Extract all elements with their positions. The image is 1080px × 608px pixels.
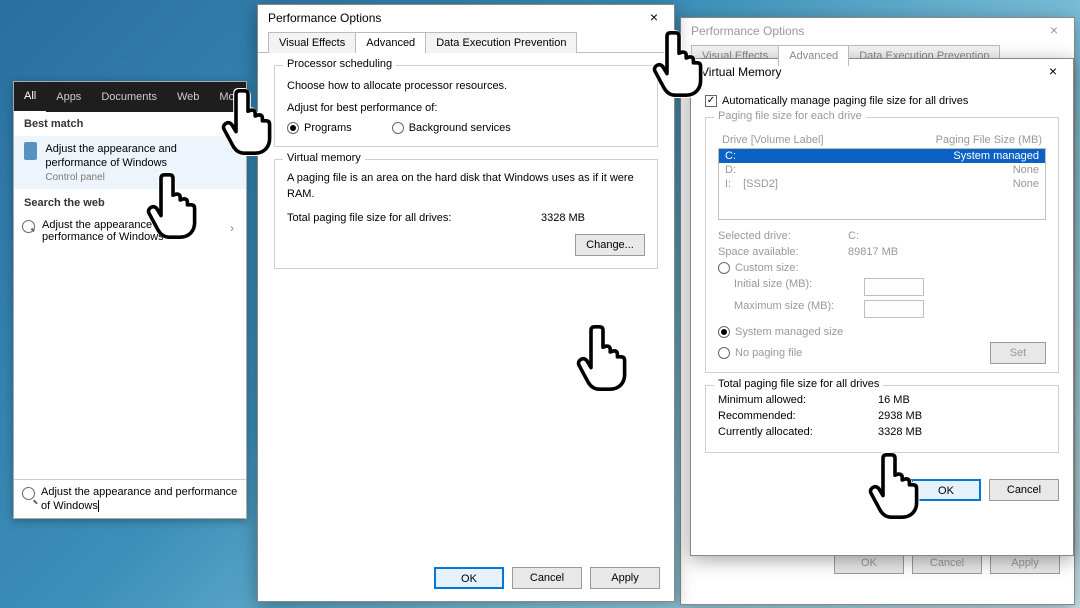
search-tab-all[interactable]: All bbox=[14, 81, 46, 113]
chevron-right-icon: › bbox=[230, 221, 234, 235]
tab-advanced[interactable]: Advanced bbox=[355, 32, 426, 53]
close-icon[interactable]: × bbox=[634, 5, 674, 31]
vm-total-value: 3328 MB bbox=[541, 212, 585, 224]
virtual-memory-dialog: Virtual Memory × ✓ Automatically manage … bbox=[690, 58, 1074, 556]
radio-icon bbox=[287, 122, 299, 134]
vm-desc: A paging file is an area on the hard dis… bbox=[287, 170, 645, 202]
initial-size-input[interactable] bbox=[864, 278, 924, 296]
search-tab-apps[interactable]: Apps bbox=[46, 82, 91, 112]
search-result-subtitle: Control panel bbox=[45, 172, 236, 183]
proc-text: Choose how to allocate processor resourc… bbox=[287, 80, 645, 92]
control-panel-icon bbox=[24, 142, 37, 160]
search-tabs: All Apps Documents Web More bbox=[14, 82, 246, 112]
each-drive-legend: Paging file size for each drive bbox=[714, 110, 866, 122]
dialog-title: Performance Options bbox=[691, 24, 804, 38]
dialog-title: Virtual Memory bbox=[701, 65, 781, 79]
auto-manage-checkbox[interactable]: ✓ Automatically manage paging file size … bbox=[705, 95, 1059, 107]
checkbox-icon: ✓ bbox=[705, 95, 717, 107]
drive-row[interactable]: C: System managed bbox=[719, 149, 1045, 163]
search-input[interactable]: Adjust the appearance and performance of… bbox=[41, 485, 238, 513]
search-tab-documents[interactable]: Documents bbox=[91, 82, 167, 112]
search-result-title: Adjust the appearance and performance of… bbox=[45, 142, 236, 170]
start-search-panel: All Apps Documents Web More Best match A… bbox=[13, 81, 247, 519]
radio-programs[interactable]: Programs bbox=[287, 122, 352, 134]
search-icon bbox=[22, 487, 35, 500]
tab-visual-effects[interactable]: Visual Effects bbox=[268, 32, 356, 53]
search-tab-more[interactable]: More bbox=[209, 82, 254, 112]
drive-list[interactable]: C: System managed D: None I:[SSD2] None bbox=[718, 148, 1046, 220]
processor-scheduling-legend: Processor scheduling bbox=[283, 58, 396, 70]
watermark: UG⊃TFIX bbox=[998, 587, 1068, 604]
cancel-button[interactable]: Cancel bbox=[989, 479, 1059, 501]
best-match-header: Best match bbox=[14, 112, 246, 136]
radio-icon bbox=[718, 326, 730, 338]
ok-button[interactable]: OK bbox=[434, 567, 504, 589]
col-size: Paging File Size (MB) bbox=[936, 134, 1042, 146]
totals-legend: Total paging file size for all drives bbox=[714, 378, 883, 390]
set-button[interactable]: Set bbox=[990, 342, 1046, 364]
radio-icon bbox=[718, 262, 730, 274]
search-result-item[interactable]: Adjust the appearance and performance of… bbox=[14, 136, 246, 189]
radio-icon bbox=[392, 122, 404, 134]
tab-dep[interactable]: Data Execution Prevention bbox=[425, 32, 577, 53]
radio-icon bbox=[718, 347, 730, 359]
maximum-size-input[interactable] bbox=[864, 300, 924, 318]
adjust-label: Adjust for best performance of: bbox=[287, 102, 645, 114]
cancel-button[interactable]: Cancel bbox=[512, 567, 582, 589]
ok-button[interactable]: OK bbox=[911, 479, 981, 501]
vm-total-label: Total paging file size for all drives: bbox=[287, 212, 451, 224]
search-web-item[interactable]: Adjust the appearance and performance of… bbox=[14, 213, 246, 249]
tab-advanced[interactable]: Advanced bbox=[778, 45, 849, 66]
drive-row[interactable]: I:[SSD2] None bbox=[719, 177, 1045, 191]
search-web-header: Search the web bbox=[14, 189, 246, 213]
close-icon[interactable]: × bbox=[1034, 18, 1074, 44]
col-drive: Drive [Volume Label] bbox=[722, 134, 824, 146]
performance-options-dialog: Performance Options × Visual Effects Adv… bbox=[257, 4, 675, 602]
search-tab-web[interactable]: Web bbox=[167, 82, 209, 112]
apply-button[interactable]: Apply bbox=[590, 567, 660, 589]
radio-background-services[interactable]: Background services bbox=[392, 122, 511, 134]
drive-row[interactable]: D: None bbox=[719, 163, 1045, 177]
radio-no-paging[interactable]: No paging file bbox=[718, 347, 802, 359]
close-icon[interactable]: × bbox=[1033, 59, 1073, 85]
search-input-row[interactable]: Adjust the appearance and performance of… bbox=[14, 479, 246, 518]
radio-system-managed[interactable]: System managed size bbox=[718, 326, 1046, 338]
change-button[interactable]: Change... bbox=[575, 234, 645, 256]
virtual-memory-legend: Virtual memory bbox=[283, 152, 365, 164]
radio-custom-size[interactable]: Custom size: bbox=[718, 262, 1046, 274]
dialog-title: Performance Options bbox=[268, 11, 381, 25]
